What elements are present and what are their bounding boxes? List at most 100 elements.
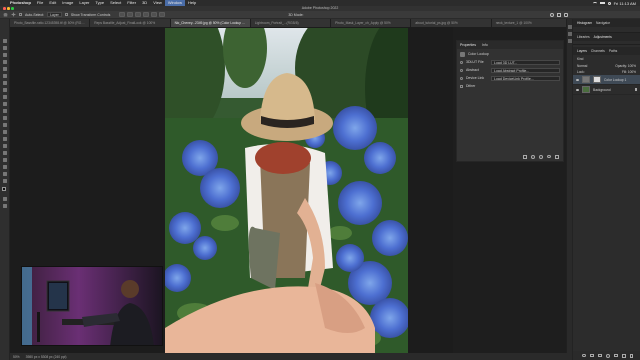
type-tool-icon[interactable] xyxy=(3,151,7,155)
fx-icon[interactable] xyxy=(589,354,594,357)
path-select-tool-icon[interactable] xyxy=(3,158,7,162)
share-icon[interactable] xyxy=(564,12,568,17)
dither-checkbox[interactable] xyxy=(460,84,463,88)
zoom-tool-icon[interactable] xyxy=(3,179,7,183)
mask-thumbnail[interactable] xyxy=(593,76,601,83)
align-center-button[interactable] xyxy=(127,12,134,17)
abstract-dropdown[interactable]: Load Abstract Profile... xyxy=(491,67,560,73)
doc-tab[interactable]: about_tutorial_ps.jpg @ 50% xyxy=(411,19,492,27)
radio-abstract[interactable] xyxy=(460,68,463,72)
shape-tool-icon[interactable] xyxy=(3,165,7,169)
auto-select-checkbox[interactable] xyxy=(19,13,22,16)
eyedropper-tool-icon[interactable] xyxy=(3,81,7,85)
doc-tab[interactable]: Reps Bassfile_Adjust_FinalLook @ 100% xyxy=(90,19,171,27)
foreground-color-swatch[interactable] xyxy=(2,187,6,191)
properties-panel: Properties Info Color Lookup 3DLUT File … xyxy=(456,40,564,162)
eye-icon[interactable] xyxy=(576,78,579,81)
device-link-dropdown[interactable]: Load DeviceLink Profile... xyxy=(491,75,560,81)
document-info[interactable]: 3980 px x 5308 px (240 ppi) xyxy=(26,355,67,359)
align-middle-button[interactable] xyxy=(151,12,158,17)
gradient-tool-icon[interactable] xyxy=(3,123,7,127)
tab-channels[interactable]: Channels xyxy=(591,49,605,53)
align-bottom-button[interactable] xyxy=(159,12,166,17)
lasso-tool-icon[interactable] xyxy=(3,53,7,57)
layer-thumbnail xyxy=(582,86,590,93)
pen-tool-icon[interactable] xyxy=(3,144,7,148)
clip-to-layer-icon[interactable] xyxy=(523,155,527,159)
tab-histogram[interactable]: Histogram xyxy=(577,21,592,25)
label-3dlut: 3DLUT File xyxy=(466,60,484,64)
new-adjustment-icon[interactable] xyxy=(605,353,610,358)
dither-label: Dither xyxy=(466,84,476,88)
screen-mode-icon[interactable] xyxy=(3,204,7,208)
blur-tool-icon[interactable] xyxy=(3,130,7,134)
radio-3dlut[interactable] xyxy=(460,60,463,64)
home-icon[interactable] xyxy=(3,12,8,17)
document-image[interactable] xyxy=(165,28,408,354)
marquee-tool-icon[interactable] xyxy=(3,46,7,50)
doc-tab[interactable]: Lightroom_Portrait_...(RGB/8) xyxy=(250,19,332,27)
history-brush-tool-icon[interactable] xyxy=(3,109,7,113)
kind-filter[interactable]: Kind xyxy=(577,57,583,61)
eye-icon[interactable] xyxy=(576,88,579,91)
doc-tab[interactable]: Photo_Bassfile-ratio.12345398.tif @ 50% … xyxy=(10,19,91,27)
tab-libraries[interactable]: Libraries xyxy=(577,35,590,39)
hand-tool-icon[interactable] xyxy=(3,172,7,176)
tab-adjustments[interactable]: Adjustments xyxy=(594,35,612,39)
reset-icon[interactable] xyxy=(539,155,543,159)
doc-tab[interactable]: Photo_Mask_Layer_ch_Apply @ 50% xyxy=(331,19,412,27)
zoom-window-button[interactable] xyxy=(11,7,14,10)
crop-tool-icon[interactable] xyxy=(3,67,7,71)
visibility-icon[interactable] xyxy=(547,155,551,158)
tab-properties[interactable]: Properties xyxy=(460,41,476,49)
lut-file-dropdown[interactable]: Load 3D LUT... xyxy=(491,59,560,65)
fill-field[interactable]: Fill: 100% xyxy=(622,70,636,74)
close-window-button[interactable] xyxy=(3,7,6,10)
photo-hydrangea-hat xyxy=(165,28,408,354)
layer-name[interactable]: Color Lookup 1 xyxy=(604,78,626,82)
tab-info[interactable]: Info xyxy=(482,41,488,49)
delete-icon[interactable] xyxy=(555,155,559,159)
tab-paths[interactable]: Paths xyxy=(609,49,617,53)
move-tool-icon[interactable] xyxy=(3,39,7,43)
zoom-level[interactable]: 50% xyxy=(13,355,20,359)
delete-layer-icon[interactable] xyxy=(629,353,633,358)
layer-name[interactable]: Background xyxy=(593,88,611,92)
quick-select-tool-icon[interactable] xyxy=(3,60,7,64)
add-mask-icon[interactable] xyxy=(597,354,602,357)
webcam-overlay xyxy=(21,266,163,346)
quick-mask-icon[interactable] xyxy=(3,197,7,201)
layer-row[interactable]: Background xyxy=(573,85,640,95)
view-previous-icon[interactable] xyxy=(531,155,535,159)
tab-navigator[interactable]: Navigator xyxy=(596,21,610,25)
move-tool-icon[interactable] xyxy=(11,12,16,17)
brush-tool-icon[interactable] xyxy=(3,95,7,99)
show-transform-checkbox[interactable] xyxy=(64,13,68,16)
blend-mode-dropdown[interactable]: Normal xyxy=(577,64,587,68)
link-layers-icon[interactable] xyxy=(581,354,586,357)
healing-brush-tool-icon[interactable] xyxy=(3,88,7,92)
align-right-button[interactable] xyxy=(135,12,142,17)
menu-clock[interactable]: Fri 11:13 AM xyxy=(614,1,636,6)
dodge-tool-icon[interactable] xyxy=(3,137,7,141)
doc-tab-active[interactable]: Nic_Cheney...2349.jpg @ 50% (Color Looku… xyxy=(170,19,251,27)
align-top-button[interactable] xyxy=(143,12,150,17)
doc-tab[interactable]: neck_texture_1 @ 100% xyxy=(491,19,572,27)
opacity-field[interactable]: Opacity: 100% xyxy=(615,64,636,68)
search-icon[interactable] xyxy=(607,1,611,5)
layer-row[interactable]: Color Lookup 1 xyxy=(573,75,640,85)
tab-layers[interactable]: Layers xyxy=(577,49,587,53)
minimize-window-button[interactable] xyxy=(7,7,10,10)
clone-stamp-tool-icon[interactable] xyxy=(3,102,7,106)
wifi-icon[interactable] xyxy=(592,1,597,5)
eraser-tool-icon[interactable] xyxy=(3,116,7,120)
frame-tool-icon[interactable] xyxy=(3,74,7,78)
radio-device-link[interactable] xyxy=(460,76,463,80)
battery-icon[interactable] xyxy=(599,1,605,5)
align-left-button[interactable] xyxy=(119,12,126,17)
auto-select-dropdown[interactable]: Layer xyxy=(47,12,62,17)
search-icon[interactable] xyxy=(550,12,554,17)
new-group-icon[interactable] xyxy=(613,354,618,357)
workspace-icon[interactable] xyxy=(557,12,561,17)
new-layer-icon[interactable] xyxy=(621,353,626,358)
